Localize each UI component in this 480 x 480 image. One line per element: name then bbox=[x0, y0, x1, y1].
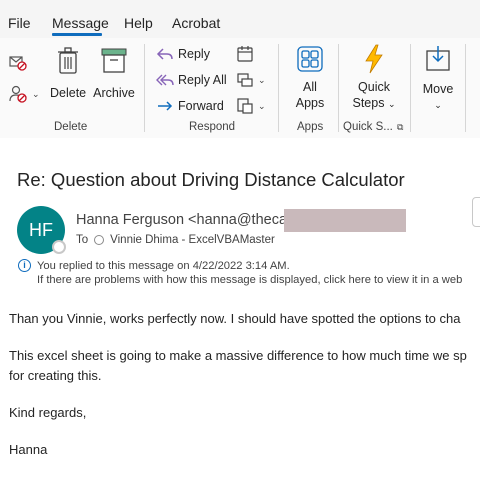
ribbon-panel: ⌄ Delete Archive Delete Reply Reply All … bbox=[0, 38, 480, 138]
archive-icon bbox=[101, 48, 127, 73]
delete-label: Delete bbox=[50, 86, 87, 100]
quick-steps-group-label: Quick S... bbox=[343, 121, 393, 133]
trash-icon bbox=[58, 47, 78, 74]
chevron-down-icon: ⌄ bbox=[32, 88, 40, 99]
ignore-button[interactable] bbox=[8, 52, 28, 75]
quick-steps-label-line2: Steps ⌄ bbox=[352, 96, 396, 110]
all-apps-label-line1: All bbox=[303, 80, 317, 94]
ribbon: ⌄ Delete Archive Delete Reply Reply All … bbox=[0, 38, 480, 138]
more-respond-icon bbox=[237, 98, 253, 114]
info-bar[interactable]: You replied to this message on 4/22/2022… bbox=[37, 259, 462, 287]
avatar-initials: HF bbox=[29, 219, 53, 240]
message-subject: Re: Question about Driving Distance Calc… bbox=[17, 169, 405, 190]
body-paragraph-1: Than you Vinnie, works perfectly now. I … bbox=[9, 311, 461, 326]
body-paragraph-2a: This excel sheet is going to make a mass… bbox=[9, 348, 467, 363]
archive-button[interactable]: Archive bbox=[92, 46, 136, 101]
forward-button[interactable]: Forward bbox=[156, 98, 224, 114]
recipient-name[interactable]: Vinnie Dhima - ExcelVBAMaster bbox=[110, 234, 275, 246]
chevron-down-icon: ⌄ bbox=[258, 74, 266, 85]
move-folder-icon bbox=[426, 46, 450, 71]
info-icon: i bbox=[18, 259, 31, 272]
recipient-presence-icon bbox=[94, 235, 105, 245]
tab-message[interactable]: Message bbox=[52, 15, 109, 31]
reply-icon bbox=[156, 48, 173, 60]
block-user-icon bbox=[9, 85, 27, 103]
redaction-block bbox=[284, 209, 406, 232]
quick-steps-label-line1: Quick bbox=[358, 80, 390, 94]
lightning-icon bbox=[365, 44, 383, 74]
reply-label: Reply bbox=[178, 47, 210, 61]
group-divider bbox=[144, 44, 145, 132]
active-tab-indicator bbox=[52, 33, 102, 36]
quick-steps-button[interactable]: Quick Steps ⌄ bbox=[350, 44, 398, 112]
forward-icon bbox=[158, 101, 173, 111]
block-sender-button[interactable]: ⌄ bbox=[8, 84, 40, 104]
reply-all-button[interactable]: Reply All bbox=[156, 72, 227, 88]
meeting-reply-button[interactable] bbox=[236, 45, 254, 66]
reply-all-icon bbox=[156, 74, 174, 86]
archive-label: Archive bbox=[93, 86, 135, 100]
im-reply-button[interactable]: ⌄ bbox=[236, 71, 266, 89]
apps-group-label: Apps bbox=[297, 121, 324, 133]
group-divider bbox=[338, 44, 339, 132]
reply-all-label: Reply All bbox=[178, 73, 227, 87]
calendar-icon bbox=[237, 46, 253, 62]
tab-file[interactable]: File bbox=[8, 15, 31, 31]
delete-group-label: Delete bbox=[54, 121, 88, 133]
info-display-problem-text: If there are problems with how this mess… bbox=[37, 274, 463, 286]
group-divider bbox=[278, 44, 279, 132]
recipient-line: To Vinnie Dhima - ExcelVBAMaster bbox=[76, 234, 275, 246]
respond-group-label: Respond bbox=[189, 121, 236, 133]
to-prefix: To bbox=[76, 234, 89, 246]
sender-address[interactable]: Hanna Ferguson <hanna@theca bbox=[76, 212, 287, 228]
info-replied-text: You replied to this message on 4/22/2022… bbox=[37, 260, 290, 272]
group-divider bbox=[410, 44, 411, 132]
ignore-icon bbox=[9, 56, 27, 71]
move-button[interactable]: Move ⌄ bbox=[418, 44, 458, 113]
body-signature: Hanna bbox=[9, 442, 48, 457]
forward-label: Forward bbox=[178, 99, 224, 113]
tab-help[interactable]: Help bbox=[124, 15, 153, 31]
all-apps-label-line2: Apps bbox=[295, 96, 325, 110]
reaction-button[interactable] bbox=[472, 197, 480, 227]
body-closing: Kind regards, bbox=[9, 405, 87, 420]
apps-grid-icon bbox=[297, 46, 323, 72]
delete-button[interactable]: Delete bbox=[50, 46, 86, 101]
chevron-down-icon: ⌄ bbox=[258, 100, 266, 111]
chevron-down-icon: ⌄ bbox=[387, 99, 396, 109]
body-paragraph-2b: for creating this. bbox=[9, 368, 102, 383]
chat-icon bbox=[237, 73, 253, 87]
presence-indicator bbox=[52, 240, 66, 254]
all-apps-button[interactable]: All Apps bbox=[290, 46, 330, 111]
reply-button[interactable]: Reply bbox=[156, 46, 210, 62]
move-label: Move bbox=[422, 82, 454, 96]
tab-acrobat[interactable]: Acrobat bbox=[172, 15, 220, 31]
group-divider bbox=[465, 44, 466, 132]
dialog-launcher-icon[interactable]: ⧉ bbox=[397, 122, 403, 133]
chevron-down-icon: ⌄ bbox=[434, 100, 442, 110]
menu-tab-bar: File Message Help Acrobat bbox=[0, 0, 480, 38]
more-respond-button[interactable]: ⌄ bbox=[236, 97, 266, 115]
